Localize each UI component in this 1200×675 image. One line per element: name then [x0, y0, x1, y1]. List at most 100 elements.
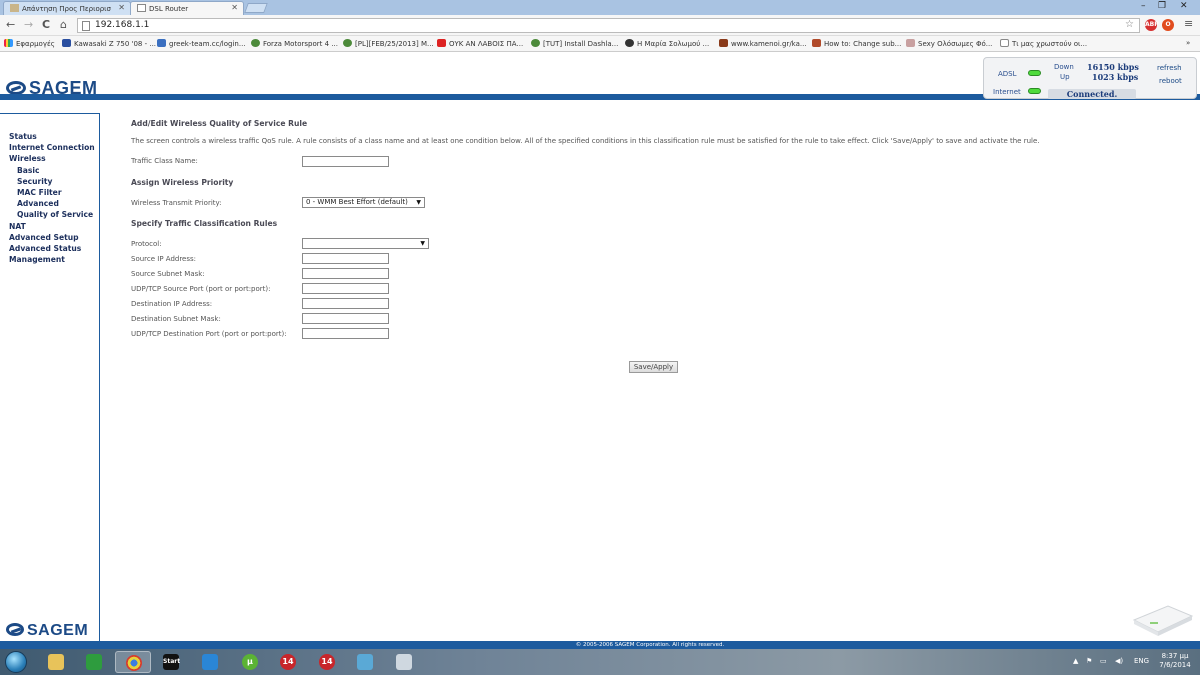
reboot-link[interactable]: reboot — [1159, 77, 1182, 85]
protocol-label: Protocol: — [131, 240, 162, 248]
connection-state: Connected. — [1048, 89, 1136, 99]
source-ip-input[interactable] — [302, 253, 389, 264]
tray-clock[interactable]: 8:37 μμ 7/6/2014 — [1155, 652, 1195, 670]
new-tab-button[interactable] — [244, 3, 268, 13]
dest-mask-input[interactable] — [302, 313, 389, 324]
save-apply-button[interactable]: Save/Apply — [629, 361, 678, 373]
address-bar[interactable]: 192.168.1.1 ☆ — [77, 18, 1140, 33]
menu-icon[interactable]: ≡ — [1184, 17, 1193, 30]
taskbar-store[interactable] — [76, 651, 112, 673]
modem-image-icon — [1132, 605, 1194, 636]
bookmark-apps[interactable]: Εφαρμογές — [4, 39, 55, 48]
tray-network-icon[interactable]: ▭ — [1100, 657, 1107, 665]
bookmarks-overflow-icon[interactable]: » — [1186, 39, 1190, 47]
source-port-label: UDP/TCP Source Port (port or port:port): — [131, 285, 271, 293]
restore-icon[interactable]: ❐ — [1158, 1, 1166, 11]
up-label: Up — [1060, 73, 1070, 81]
nav-wireless-advanced[interactable]: Advanced — [17, 199, 59, 208]
tray-volume-icon[interactable]: ◀) — [1115, 657, 1123, 665]
traffic-class-input[interactable] — [302, 156, 389, 167]
assign-priority-heading: Assign Wireless Priority — [131, 178, 234, 187]
adblock-extension-icon[interactable]: ABP — [1145, 19, 1159, 31]
taskbar-utorrent[interactable]: µ — [232, 651, 268, 673]
start-button[interactable] — [5, 651, 27, 673]
clock-time: 8:37 μμ — [1161, 652, 1189, 660]
bookmark-item[interactable]: How to: Change sub... — [812, 39, 901, 48]
taskbar-start-app[interactable]: Start — [153, 651, 189, 673]
back-icon[interactable]: ← — [6, 18, 15, 31]
nav-management[interactable]: Management — [9, 255, 65, 264]
close-window-icon[interactable]: ✕ — [1180, 1, 1188, 11]
bookmark-item[interactable]: Sexy Ολόσωμες Φό... — [906, 39, 992, 48]
forward-icon[interactable]: → — [24, 18, 33, 31]
taskbar-app-14a[interactable]: 14 — [270, 651, 306, 673]
nav-advanced-status[interactable]: Advanced Status — [9, 244, 81, 253]
reload-icon[interactable]: C — [42, 18, 50, 31]
bookmark-item[interactable]: Τι μας χρωστούν οι... — [1000, 39, 1087, 48]
tab-close-icon[interactable]: ✕ — [231, 3, 238, 12]
header-bar — [0, 94, 100, 100]
bookmark-item[interactable]: Kawasaki Z 750 '08 - ... — [62, 39, 156, 48]
dest-ip-input[interactable] — [302, 298, 389, 309]
nav-wireless[interactable]: Wireless — [9, 154, 46, 163]
nav-advanced-setup[interactable]: Advanced Setup — [9, 233, 79, 242]
sidebar-divider — [0, 113, 100, 121]
taskbar-network-app[interactable] — [347, 651, 383, 673]
nav-internet-connection[interactable]: Internet Connection — [9, 143, 95, 152]
taskbar-explorer[interactable] — [38, 651, 74, 673]
source-ip-label: Source IP Address: — [131, 255, 197, 263]
clock-date: 7/6/2014 — [1159, 661, 1191, 669]
minimize-icon[interactable]: – — [1141, 1, 1146, 11]
page-icon — [1000, 39, 1009, 47]
tab-close-icon[interactable]: ✕ — [118, 3, 125, 12]
page-description: The screen controls a wireless traffic Q… — [131, 137, 1040, 145]
traffic-class-label: Traffic Class Name: — [131, 157, 198, 165]
bookmark-item[interactable]: greek-team.cc/login... — [157, 39, 246, 48]
nav-wireless-qos[interactable]: Quality of Service — [17, 210, 93, 219]
nav-wireless-security[interactable]: Security — [17, 177, 52, 186]
priority-select[interactable]: 0 - WMM Best Effort (default) ▼ — [302, 197, 425, 208]
bookmarks-bar: Εφαρμογές Kawasaki Z 750 '08 - ... greek… — [0, 36, 1200, 52]
taskbar-chrome[interactable] — [115, 651, 151, 673]
source-port-input[interactable] — [302, 283, 389, 294]
home-icon[interactable]: ⌂ — [60, 18, 67, 31]
source-mask-input[interactable] — [302, 268, 389, 279]
refresh-link[interactable]: refresh — [1157, 64, 1182, 72]
tray-show-hidden-icon[interactable]: ▲ — [1073, 657, 1078, 665]
bookmark-item[interactable]: Η Μαρία Σολωμού ... — [625, 39, 709, 48]
sagem-logo-bottom: SAGEM — [6, 622, 88, 640]
tray-language[interactable]: ENG — [1134, 657, 1149, 665]
dest-port-input[interactable] — [302, 328, 389, 339]
page-title: Add/Edit Wireless Quality of Service Rul… — [131, 119, 308, 128]
taskbar-paint[interactable] — [386, 651, 422, 673]
browser-tab-2[interactable]: DSL Router ✕ — [130, 1, 244, 15]
start-app-icon: Start — [163, 654, 180, 670]
connection-status-box: ADSL Internet Down Up 16150 kbps 1023 kb… — [983, 57, 1197, 99]
adsl-led-icon — [1028, 70, 1041, 76]
up-rate: 1023 kbps — [1092, 72, 1139, 82]
copyright-footer: © 2005-2006 SAGEM Corporation. All right… — [100, 641, 1200, 649]
nav-nat[interactable]: NAT — [9, 222, 26, 231]
youtube-icon — [437, 39, 446, 47]
bookmark-star-icon[interactable]: ☆ — [1125, 19, 1134, 30]
nav-status[interactable]: Status — [9, 132, 37, 141]
bookmark-item[interactable]: [TUT] Install Dashla... — [531, 39, 618, 48]
opera-extension-icon[interactable]: O — [1162, 19, 1174, 31]
down-rate: 16150 kbps — [1087, 62, 1139, 72]
browser-tab-1[interactable]: Απάντηση Προς Περιορισ ✕ — [3, 1, 131, 15]
sagem-logo-icon — [6, 623, 24, 636]
address-url: 192.168.1.1 — [95, 20, 150, 30]
site-icon — [62, 39, 71, 47]
taskbar-app[interactable] — [192, 651, 228, 673]
bookmark-item[interactable]: Forza Motorsport 4 ... — [251, 39, 338, 48]
bookmark-item[interactable]: [PL][FEB/25/2013] M... — [343, 39, 434, 48]
nav-wireless-basic[interactable]: Basic — [17, 166, 40, 175]
bookmark-item[interactable]: www.kamenoi.gr/ka... — [719, 39, 807, 48]
nav-wireless-mac-filter[interactable]: MAC Filter — [17, 188, 62, 197]
tray-flag-icon[interactable]: ⚑ — [1086, 657, 1092, 665]
protocol-select[interactable]: ▼ — [302, 238, 429, 249]
taskbar-app-14b[interactable]: 14 — [309, 651, 345, 673]
dest-port-label: UDP/TCP Destination Port (port or port:p… — [131, 330, 287, 338]
adsl-label: ADSL — [998, 70, 1017, 78]
bookmark-item[interactable]: ΟΥΚ ΑΝ ΛΑΒΟΙΣ ΠΑ... — [437, 39, 523, 48]
